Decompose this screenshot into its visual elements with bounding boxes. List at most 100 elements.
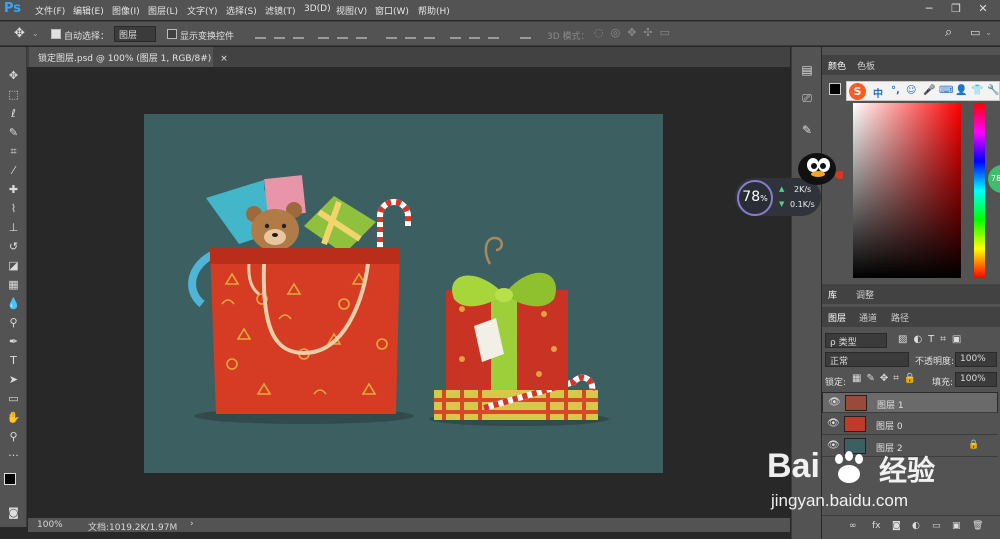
align-bottom-icon[interactable]	[293, 28, 304, 39]
status-menu-arrow[interactable]: ›	[190, 519, 194, 529]
distribute-left-icon[interactable]	[450, 28, 461, 39]
distribute-vcenter-icon[interactable]	[405, 28, 416, 39]
align-vcenter-icon[interactable]	[274, 28, 285, 39]
document-canvas[interactable]	[144, 114, 663, 473]
hue-slider[interactable]	[974, 103, 985, 278]
menu-type[interactable]: 文字(Y)	[187, 4, 218, 17]
opacity-input[interactable]: 100%	[955, 352, 997, 367]
crop-tool-icon[interactable]: ⌗	[5, 144, 22, 160]
menu-layer[interactable]: 图层(L)	[148, 4, 178, 17]
pen-tool-icon[interactable]: ✒	[5, 334, 22, 350]
more-tools-icon[interactable]: ···	[5, 448, 22, 464]
settings-wrench-icon[interactable]: 🔧	[987, 85, 999, 96]
healing-brush-tool-icon[interactable]: ✚	[5, 182, 22, 198]
emoji-icon[interactable]: ☺	[906, 85, 916, 96]
hand-tool-icon[interactable]: ✋	[5, 410, 22, 426]
menu-select[interactable]: 选择(S)	[226, 4, 257, 17]
zoom-level[interactable]: 100%	[37, 520, 63, 530]
sogou-logo-icon[interactable]: S	[849, 83, 866, 100]
align-hcenter-icon[interactable]	[337, 28, 348, 39]
document-tab[interactable]: 锁定图层.psd @ 100% (图层 1, RGB/8#) ×	[29, 47, 228, 67]
account-icon[interactable]: 👤	[955, 85, 967, 96]
auto-select-dropdown[interactable]: 图层	[114, 26, 156, 42]
close-window-button[interactable]: ✕	[972, 2, 994, 18]
tab-adjustments[interactable]: 调整	[856, 288, 874, 301]
dodge-tool-icon[interactable]: ⚲	[5, 315, 22, 331]
new-group-icon[interactable]: ▭	[932, 521, 941, 531]
distribute-right-icon[interactable]	[488, 28, 499, 39]
visibility-eye-icon[interactable]: 👁	[828, 397, 841, 408]
show-transform-checkbox[interactable]	[167, 29, 177, 39]
punctuation-toggle-icon[interactable]: °,	[891, 85, 900, 96]
gradient-tool-icon[interactable]: ▦	[5, 277, 22, 293]
path-select-tool-icon[interactable]: ➤	[5, 372, 22, 388]
layer-row[interactable]: 👁 图层 1	[822, 392, 998, 413]
adjustment-layer-icon[interactable]: ◐	[912, 521, 920, 531]
menu-image[interactable]: 图像(I)	[112, 4, 140, 17]
history-brush-tool-icon[interactable]: ↺	[5, 239, 22, 255]
layer-filter-dropdown[interactable]: ρ 类型	[825, 333, 887, 348]
align-left-icon[interactable]	[318, 28, 329, 39]
layer-filter-icons[interactable]: ▨◐T⌗▣	[898, 334, 967, 345]
eraser-tool-icon[interactable]: ◪	[5, 258, 22, 274]
lock-icons[interactable]: ▦✎✥⌗🔒	[852, 373, 921, 384]
new-layer-icon[interactable]: ▣	[952, 521, 961, 531]
menu-help[interactable]: 帮助(H)	[418, 4, 450, 17]
panel-foreground-swatch[interactable]	[829, 83, 841, 95]
auto-select-checkbox[interactable]	[51, 29, 61, 39]
workspace-icon[interactable]: ▭	[970, 26, 980, 39]
layer-name[interactable]: 图层 1	[877, 398, 904, 411]
menu-window[interactable]: 窗口(W)	[375, 4, 409, 17]
skin-icon[interactable]: 👕	[971, 85, 983, 96]
align-top-icon[interactable]	[255, 28, 266, 39]
visibility-eye-icon[interactable]: 👁	[827, 418, 840, 429]
history-icon[interactable]: ⎚	[798, 91, 816, 109]
properties-icon[interactable]: ▤	[798, 63, 816, 81]
marquee-tool-icon[interactable]: ⬚	[5, 87, 22, 103]
move-tool-icon[interactable]: ✥	[14, 26, 25, 41]
minimize-button[interactable]: ─	[918, 2, 940, 18]
restore-button[interactable]: ❐	[945, 2, 967, 18]
type-tool-icon[interactable]: T	[5, 353, 22, 369]
tab-layers[interactable]: 图层	[828, 311, 846, 324]
foreground-color-swatch[interactable]	[4, 473, 16, 485]
brushes-icon[interactable]: ✎	[798, 123, 816, 141]
keyboard-icon[interactable]: ⌨	[939, 85, 953, 96]
quick-select-tool-icon[interactable]: ✎	[5, 125, 22, 141]
align-right-icon[interactable]	[356, 28, 367, 39]
fx-icon[interactable]: fx	[872, 521, 881, 531]
tab-color[interactable]: 颜色	[828, 59, 846, 72]
search-icon[interactable]: ⌕	[945, 25, 952, 40]
link-layers-icon[interactable]: ∞	[849, 521, 857, 531]
menu-3d[interactable]: 3D(D)	[304, 4, 331, 14]
blur-tool-icon[interactable]: 💧	[5, 296, 22, 312]
ime-mode-toggle[interactable]: 中	[873, 85, 883, 100]
microphone-icon[interactable]: 🎤	[923, 85, 935, 96]
tab-channels[interactable]: 通道	[859, 311, 877, 324]
menu-filter[interactable]: 滤镜(T)	[265, 4, 296, 17]
workspace-chevron-icon[interactable]: ⌄	[985, 28, 992, 37]
add-mask-icon[interactable]: ◙	[892, 521, 901, 531]
distribute-bottom-icon[interactable]	[424, 28, 435, 39]
distribute-hcenter-icon[interactable]	[469, 28, 480, 39]
trash-icon[interactable]: 🗑	[972, 521, 983, 531]
color-picker-field[interactable]	[853, 103, 961, 278]
qq-penguin-icon[interactable]	[793, 147, 845, 187]
chevron-down-icon[interactable]: ⌄	[32, 29, 39, 38]
eyedropper-tool-icon[interactable]: ⁄	[5, 163, 22, 179]
tab-paths[interactable]: 路径	[891, 311, 909, 324]
close-tab-icon[interactable]: ×	[220, 54, 228, 64]
layer-row[interactable]: 👁 图层 0	[822, 414, 998, 435]
quick-mask-icon[interactable]: ◙	[5, 505, 22, 521]
tab-libraries[interactable]: 库	[828, 288, 837, 301]
distribute-top-icon[interactable]	[386, 28, 397, 39]
clone-stamp-tool-icon[interactable]: ⊥	[5, 220, 22, 236]
menu-edit[interactable]: 编辑(E)	[73, 4, 104, 17]
menu-file[interactable]: 文件(F)	[35, 4, 65, 17]
brush-tool-icon[interactable]: ⌇	[5, 201, 22, 217]
auto-align-icon[interactable]	[520, 28, 531, 39]
rectangle-tool-icon[interactable]: ▭	[5, 391, 22, 407]
lasso-tool-icon[interactable]: ℓ	[5, 106, 22, 122]
zoom-tool-icon[interactable]: ⚲	[5, 429, 22, 445]
menu-view[interactable]: 视图(V)	[336, 4, 367, 17]
